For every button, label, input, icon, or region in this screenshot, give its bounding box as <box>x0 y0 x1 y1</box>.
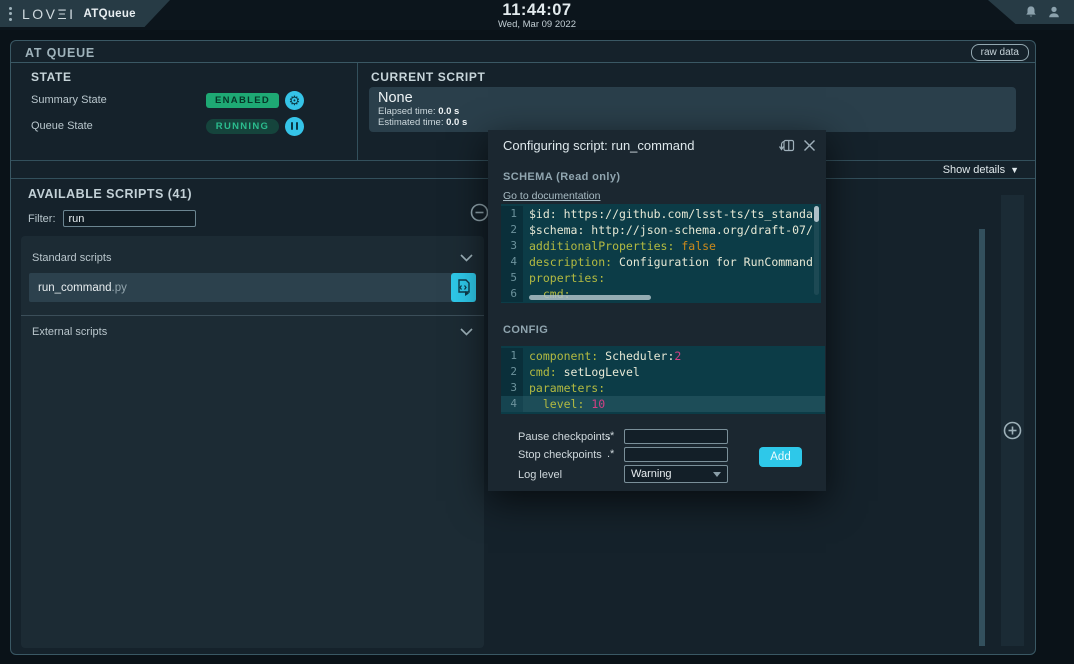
documentation-link[interactable]: Go to documentation <box>503 190 600 202</box>
panel-title: AT QUEUE <box>25 46 95 60</box>
summary-state-badge: ENABLED <box>206 93 279 108</box>
log-level-select[interactable]: Warning <box>624 465 728 483</box>
vertical-scrollbar[interactable] <box>979 229 985 646</box>
log-level-label: Log level <box>518 469 562 481</box>
clock-date: Wed, Mar 09 2022 <box>0 19 1074 30</box>
close-icon[interactable] <box>803 139 816 152</box>
code-line: 5properties: <box>501 270 821 286</box>
app-tab: LOVΞI ATQueue <box>0 0 170 27</box>
launch-script-button[interactable] <box>451 273 476 302</box>
summary-state-row: Summary State ENABLED ⚙ <box>31 91 351 109</box>
available-scripts-title: AVAILABLE SCRIPTS (41) <box>28 187 192 201</box>
summary-state-label: Summary State <box>31 94 107 106</box>
elapsed-time: Elapsed time: 0.0 s <box>378 106 1007 117</box>
top-bar: LOVΞI ATQueue 11:44:07 Wed, Mar 09 2022 <box>0 0 1074 30</box>
gear-icon: ⚙ <box>289 94 301 107</box>
show-details-label[interactable]: Show details <box>943 164 1005 176</box>
config-editor[interactable]: 1component: Scheduler:22cmd: setLogLevel… <box>501 346 825 414</box>
schema-editor[interactable]: 1$id: https://github.com/lsst-ts/ts_stan… <box>501 204 821 303</box>
pause-checkpoints-input[interactable] <box>624 429 728 444</box>
modal-header: Configuring script: run_command <box>503 138 816 153</box>
script-extension: .py <box>112 282 127 294</box>
group-label: Standard scripts <box>32 252 111 264</box>
horizontal-scrollbar[interactable] <box>529 295 651 300</box>
chevron-down-icon <box>460 328 473 336</box>
code-line: 1component: Scheduler:2 <box>501 348 825 364</box>
log-level-value: Warning <box>631 468 713 480</box>
code-line: 3additionalProperties: false <box>501 238 821 254</box>
code-line: 1$id: https://github.com/lsst-ts/ts_stan… <box>501 206 821 222</box>
code-line: 4description: Configuration for RunComma… <box>501 254 821 270</box>
app-name: ATQueue <box>84 8 136 20</box>
detach-window-icon[interactable] <box>778 138 795 153</box>
user-icon[interactable] <box>1047 5 1061 19</box>
current-script-name: None <box>378 90 1007 106</box>
launch-script-icon <box>457 279 471 296</box>
vertical-scrolltrack[interactable] <box>814 206 819 295</box>
panel-header: AT QUEUE raw data <box>11 41 1035 63</box>
filter-input[interactable] <box>63 210 196 227</box>
chevron-down-icon <box>460 254 473 262</box>
vertical-scrollthumb[interactable] <box>814 206 819 222</box>
configure-script-modal: Configuring script: run_command SCHEMA (… <box>488 130 826 491</box>
config-section-label: CONFIG <box>503 324 548 336</box>
code-line: 3parameters: <box>501 380 825 396</box>
log-level-row: Log level <box>518 467 562 482</box>
state-column: STATE Summary State ENABLED ⚙ Queue Stat… <box>11 63 358 160</box>
current-script-title: CURRENT SCRIPT <box>371 70 485 84</box>
bell-icon[interactable] <box>1024 5 1038 19</box>
state-title: STATE <box>31 70 72 84</box>
pause-queue-button[interactable] <box>285 117 304 136</box>
group-standard-scripts[interactable]: Standard scripts <box>21 244 484 271</box>
user-tab <box>988 0 1074 24</box>
pause-checkpoints-label: Pause checkpoints <box>518 431 610 443</box>
schema-section-label: SCHEMA (Read only) <box>503 171 620 183</box>
code-line: 2cmd: setLogLevel <box>501 364 825 380</box>
filter-row: Filter: <box>28 210 196 227</box>
love-logo: LOVΞI <box>22 6 76 22</box>
current-script-card: None Elapsed time: 0.0 s Estimated time:… <box>369 87 1016 132</box>
queue-state-label: Queue State <box>31 120 93 132</box>
modal-title: Configuring script: run_command <box>503 138 770 153</box>
pause-pattern: .* <box>607 430 614 442</box>
queue-state-badge: RUNNING <box>206 119 279 134</box>
script-name: run_command <box>29 282 112 294</box>
filter-label: Filter: <box>28 213 56 225</box>
show-details-caret-icon: ▼ <box>1010 165 1019 175</box>
estimated-time: Estimated time: 0.0 s <box>378 117 1007 128</box>
pause-checkpoints-row: Pause checkpoints <box>518 429 610 444</box>
code-line: 4 level: 10 <box>501 396 825 412</box>
group-label: External scripts <box>32 326 107 338</box>
raw-data-button[interactable]: raw data <box>971 44 1029 61</box>
pause-icon <box>291 122 299 130</box>
stop-checkpoints-label: Stop checkpoints <box>518 449 602 461</box>
script-row-run-command[interactable]: run_command.py <box>29 273 476 302</box>
stop-checkpoints-row: Stop checkpoints <box>518 447 602 462</box>
circle-minus-icon[interactable] <box>470 203 489 222</box>
stop-checkpoints-input[interactable] <box>624 447 728 462</box>
summary-state-settings-button[interactable]: ⚙ <box>285 91 304 110</box>
select-caret-icon <box>713 472 721 477</box>
circle-plus-icon[interactable] <box>1003 421 1022 440</box>
group-divider <box>21 315 484 316</box>
scripts-list: Standard scripts run_command.py External <box>21 236 484 648</box>
kebab-menu-icon[interactable] <box>9 7 12 21</box>
stop-pattern: .* <box>607 448 614 460</box>
add-button[interactable]: Add <box>759 447 802 467</box>
code-line: 2$schema: http://json-schema.org/draft-0… <box>501 222 821 238</box>
group-external-scripts[interactable]: External scripts <box>21 317 484 347</box>
queue-state-row: Queue State RUNNING <box>31 117 351 135</box>
